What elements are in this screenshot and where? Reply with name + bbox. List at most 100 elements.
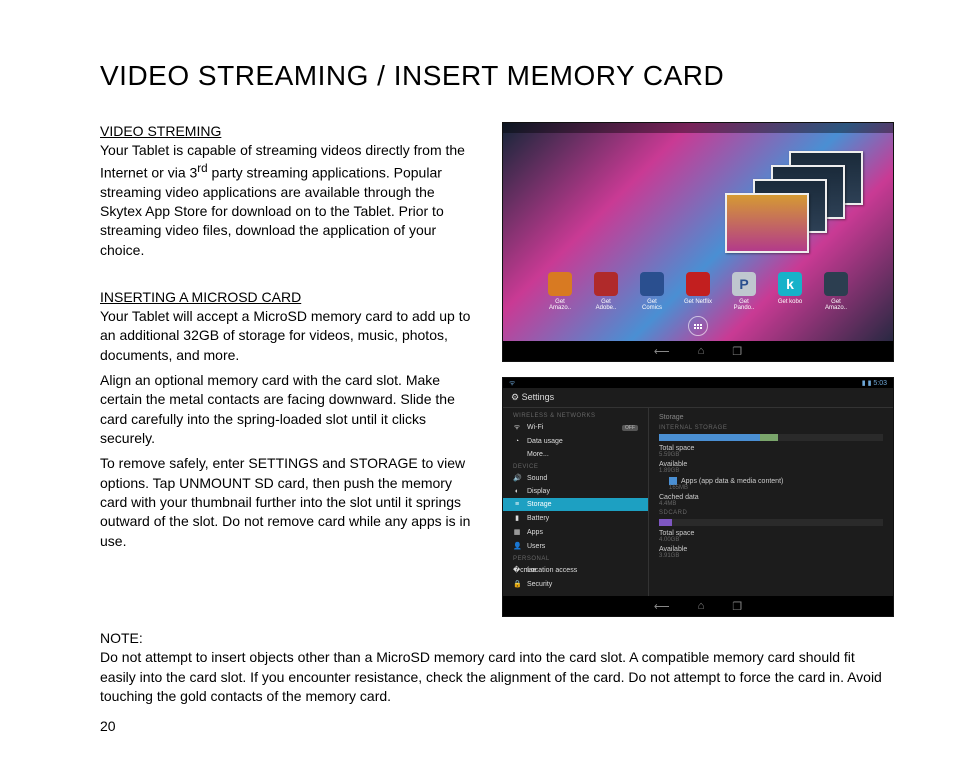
app-label: Get Comics	[642, 299, 662, 311]
app-icon: kGet kobo	[776, 272, 804, 311]
value: 165MB	[669, 485, 883, 491]
status-bar: ᯤ ▮ ▮ 5:03	[503, 378, 893, 388]
kv-cached: Cached data4.4MB	[659, 494, 883, 507]
sidebar-item-storage: ≡ Storage	[503, 498, 648, 511]
label: Battery	[527, 515, 549, 522]
nav-bar: ⟵ ⌂ ❐	[503, 596, 893, 616]
nav-bar: ⟵ ⌂ ❐	[503, 341, 893, 361]
label: Wi-Fi	[527, 424, 543, 431]
label: Sound	[527, 475, 547, 482]
status-left: ᯤ	[509, 379, 515, 388]
microsd-p3: To remove safely, enter SETTINGS and STO…	[100, 454, 477, 551]
category-label: SDCARD	[659, 510, 883, 516]
display-icon: ◐	[513, 488, 521, 495]
video-streaming-paragraph: Your Tablet is capable of streaming vide…	[100, 141, 477, 260]
home-icon: ⌂	[698, 345, 705, 357]
label: Users	[527, 543, 545, 550]
screenshot-settings-storage: ᯤ ▮ ▮ 5:03 ⚙ Settings WIRELESS & NETWORK…	[502, 377, 894, 617]
label: More...	[527, 451, 549, 458]
card	[725, 193, 809, 253]
ordinal-sup: rd	[197, 162, 207, 175]
label: Storage	[527, 501, 552, 508]
note-body: Do not attempt to insert objects other t…	[100, 648, 894, 706]
settings-sidebar: WIRELESS & NETWORKS ᯤ Wi-Fi OFF ◔ Data usag…	[503, 408, 649, 596]
sidebar-item-users: 👤Users	[503, 539, 648, 553]
sidebar-item-data-usage: ◔ Data usage	[503, 435, 648, 448]
storage-bar-internal	[659, 434, 883, 441]
recents-icon: ❐	[732, 600, 742, 613]
content-header: Storage	[659, 414, 883, 421]
storage-bar-sdcard	[659, 519, 883, 526]
section-heading-microsd: INSERTING A MICROSD CARD	[100, 288, 477, 307]
category-label: DEVICE	[503, 461, 648, 471]
app-icon-row: Get Amazo.. Get Adobe.. Get Comics Get N…	[546, 272, 850, 311]
recent-apps-stack	[723, 151, 863, 261]
wifi-toggle: OFF	[622, 425, 638, 431]
apps-icon: ▦	[513, 528, 521, 536]
page-title: VIDEO STREAMING / INSERT MEMORY CARD	[100, 60, 894, 92]
app-icon: Get Netflix	[684, 272, 712, 311]
label: Total space	[659, 445, 883, 452]
app-icon: Get Amazo..	[822, 272, 850, 311]
app-label: Get Amazo..	[825, 299, 847, 311]
label: Security	[527, 581, 552, 588]
app-icon: Get Amazo..	[546, 272, 574, 311]
section-heading-video: VIDEO STREMING	[100, 122, 477, 141]
value: 4.4MB	[659, 501, 883, 507]
sound-icon: 🔊	[513, 474, 521, 482]
sidebar-item-sound: 🔊 Sound	[503, 471, 648, 485]
kv-apps: Apps (app data & media content)165MB	[659, 477, 883, 491]
value: 4.00GB	[659, 537, 883, 543]
label: Total space	[659, 530, 883, 537]
battery-icon: ▮	[513, 514, 521, 522]
label: Location access	[527, 567, 577, 574]
label: Cached data	[659, 494, 883, 501]
microsd-p1: Your Tablet will accept a MicroSD memory…	[100, 307, 477, 365]
app-label: Get kobo	[778, 299, 802, 305]
app-label: Get Netflix	[684, 299, 712, 305]
microsd-p2: Align an optional memory card with the c…	[100, 371, 477, 448]
settings-icon: ⚙	[511, 392, 519, 402]
app-label: Get Amazo..	[549, 299, 571, 311]
app-label: Get Pando..	[734, 299, 755, 311]
status-right: ▮ ▮ 5:03	[862, 379, 887, 387]
category-label: INTERNAL STORAGE	[659, 425, 883, 431]
sidebar-item-more: More...	[503, 448, 648, 461]
recents-icon: ❐	[732, 345, 742, 358]
settings-header: ⚙ Settings	[503, 388, 893, 408]
app-icon: Get Adobe..	[592, 272, 620, 311]
screenshot-tablet-home: Get Amazo.. Get Adobe.. Get Comics Get N…	[502, 122, 894, 362]
value: 1.89GB	[659, 468, 883, 474]
back-icon: ⟵	[654, 600, 670, 613]
kv-total: Total space5.59GB	[659, 445, 883, 458]
app-icon: PGet Pando..	[730, 272, 758, 311]
value: 3.91GB	[659, 553, 883, 559]
app-label: Get Adobe..	[596, 299, 617, 311]
note-heading: NOTE:	[100, 629, 894, 648]
settings-content: Storage INTERNAL STORAGE Total space5.59…	[649, 408, 893, 596]
home-icon: ⌂	[698, 600, 705, 612]
wifi-icon: ᯤ	[513, 423, 521, 432]
sidebar-item-apps: ▦Apps	[503, 525, 648, 539]
label: Apps (app data & media content)	[669, 477, 883, 485]
swatch-icon	[669, 477, 677, 485]
label: Available	[659, 461, 883, 468]
kv-available: Available1.89GB	[659, 461, 883, 474]
sidebar-item-security: 🔒 Security	[503, 577, 648, 591]
category-label: WIRELESS & NETWORKS	[503, 410, 648, 420]
storage-icon: ≡	[513, 501, 521, 508]
label: Available	[659, 546, 883, 553]
kv-sd-total: Total space4.00GB	[659, 530, 883, 543]
app-drawer-icon	[688, 316, 708, 336]
value: 5.59GB	[659, 452, 883, 458]
lock-icon: 🔒	[513, 580, 521, 588]
category-label: PERSONAL	[503, 553, 648, 563]
app-icon: Get Comics	[638, 272, 666, 311]
page-number: 20	[100, 718, 116, 734]
sidebar-item-battery: ▮ Battery	[503, 511, 648, 525]
label: Data usage	[527, 438, 563, 445]
location-icon: �співе	[513, 566, 521, 574]
data-icon: ◔	[513, 438, 521, 445]
status-bar	[503, 123, 893, 133]
label: Display	[527, 488, 550, 495]
